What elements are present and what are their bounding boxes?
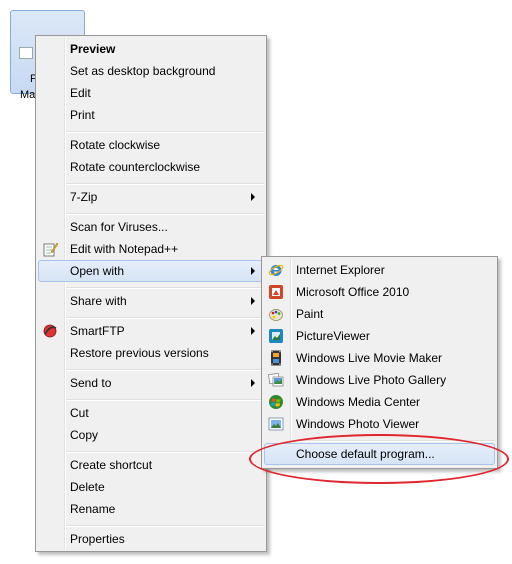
menu-item-label: Edit: [70, 86, 91, 100]
menu-item-label: Delete: [70, 480, 105, 494]
menu-separator: [66, 369, 264, 371]
menu-item-label: Edit with Notepad++: [70, 242, 179, 256]
menu-item-set-desktop-background[interactable]: Set as desktop background: [38, 60, 264, 82]
menu-separator: [66, 451, 264, 453]
menu-item-send-to[interactable]: Send to: [38, 372, 264, 394]
submenu-arrow-icon: [251, 193, 255, 201]
menu-item-rotate-clockwise[interactable]: Rotate clockwise: [38, 134, 264, 156]
menu-item-rotate-counterclockwise[interactable]: Rotate counterclockwise: [38, 156, 264, 178]
menu-item-label: Print: [70, 108, 95, 122]
internet-explorer-icon: [268, 264, 284, 276]
menu-item-label: Send to: [70, 376, 112, 390]
menu-item-label: Share with: [70, 294, 127, 308]
menu-item-label: Cut: [70, 406, 89, 420]
menu-item-label: Microsoft Office 2010: [296, 285, 410, 299]
menu-item-label: Restore previous versions: [70, 346, 209, 360]
menu-item-label: Open with: [70, 264, 125, 278]
menu-separator: [66, 131, 264, 133]
menu-item-label: Windows Media Center: [296, 395, 421, 409]
menu-item-scan-for-viruses[interactable]: Scan for Viruses...: [38, 216, 264, 238]
menu-separator: [66, 213, 264, 215]
menu-separator: [66, 525, 264, 527]
open-with-media-center[interactable]: Windows Media Center: [264, 391, 495, 413]
menu-item-label: Rename: [70, 502, 116, 516]
menu-item-edit-with-notepad[interactable]: Edit with Notepad++: [38, 238, 264, 260]
open-with-microsoft-office[interactable]: Microsoft Office 2010: [264, 281, 495, 303]
media-center-icon: [269, 395, 283, 409]
menu-item-restore-previous-versions[interactable]: Restore previous versions: [38, 342, 264, 364]
photo-viewer-icon: [268, 417, 284, 431]
menu-item-edit[interactable]: Edit: [38, 82, 264, 104]
submenu-arrow-icon: [251, 379, 255, 387]
menu-item-label: Copy: [70, 428, 99, 442]
open-with-photo-gallery[interactable]: Windows Live Photo Gallery: [264, 369, 495, 391]
open-with-movie-maker[interactable]: Windows Live Movie Maker: [264, 347, 495, 369]
annotation-ellipse: [249, 434, 509, 484]
open-with-internet-explorer[interactable]: Internet Explorer: [264, 259, 495, 281]
menu-separator: [66, 399, 264, 401]
menu-item-label: Set as desktop background: [70, 64, 216, 78]
image-file-icon: [19, 47, 33, 59]
menu-item-label: Properties: [70, 532, 125, 546]
menu-item-label: Rotate clockwise: [70, 138, 161, 152]
picture-viewer-icon: [269, 329, 283, 343]
context-menu: Preview Set as desktop background Edit P…: [35, 35, 267, 552]
menu-item-label: Scan for Viruses...: [70, 220, 168, 234]
menu-item-rename[interactable]: Rename: [38, 498, 264, 520]
menu-item-label: Create shortcut: [70, 458, 153, 472]
open-with-photo-viewer[interactable]: Windows Photo Viewer: [264, 413, 495, 435]
menu-item-label: Internet Explorer: [296, 263, 385, 277]
smartftp-icon: [43, 324, 57, 338]
open-with-pictureviewer[interactable]: PictureViewer: [264, 325, 495, 347]
menu-item-properties[interactable]: Properties: [38, 528, 264, 550]
menu-item-label: 7-Zip: [70, 190, 98, 204]
menu-item-copy[interactable]: Copy: [38, 424, 264, 446]
menu-item-7zip[interactable]: 7-Zip: [38, 186, 264, 208]
open-with-paint[interactable]: Paint: [264, 303, 495, 325]
menu-item-open-with[interactable]: Open with: [38, 260, 264, 282]
submenu-arrow-icon: [251, 267, 255, 275]
menu-separator: [66, 287, 264, 289]
menu-item-smartftp[interactable]: SmartFTP: [38, 320, 264, 342]
office-icon: [269, 285, 283, 299]
menu-item-create-shortcut[interactable]: Create shortcut: [38, 454, 264, 476]
menu-separator: [66, 183, 264, 185]
movie-maker-icon: [271, 350, 281, 366]
menu-item-preview[interactable]: Preview: [38, 38, 264, 60]
menu-item-label: Windows Live Photo Gallery: [296, 373, 447, 387]
menu-item-label: Windows Live Movie Maker: [296, 351, 443, 365]
notepad-plus-icon: [43, 242, 58, 257]
submenu-arrow-icon: [251, 327, 255, 335]
menu-separator: [66, 317, 264, 319]
menu-item-label: Windows Photo Viewer: [296, 417, 420, 431]
menu-item-delete[interactable]: Delete: [38, 476, 264, 498]
paint-icon: [269, 309, 283, 321]
menu-item-label: Preview: [70, 42, 116, 56]
menu-item-label: SmartFTP: [70, 324, 125, 338]
menu-item-label: PictureViewer: [296, 329, 370, 343]
menu-item-cut[interactable]: Cut: [38, 402, 264, 424]
menu-item-share-with[interactable]: Share with: [38, 290, 264, 312]
photo-gallery-icon: [268, 372, 284, 387]
submenu-arrow-icon: [251, 297, 255, 305]
menu-item-label: Rotate counterclockwise: [70, 160, 201, 174]
menu-item-print[interactable]: Print: [38, 104, 264, 126]
desktop-icon-label-2: Ma: [20, 89, 36, 101]
menu-item-label: Paint: [296, 307, 324, 321]
